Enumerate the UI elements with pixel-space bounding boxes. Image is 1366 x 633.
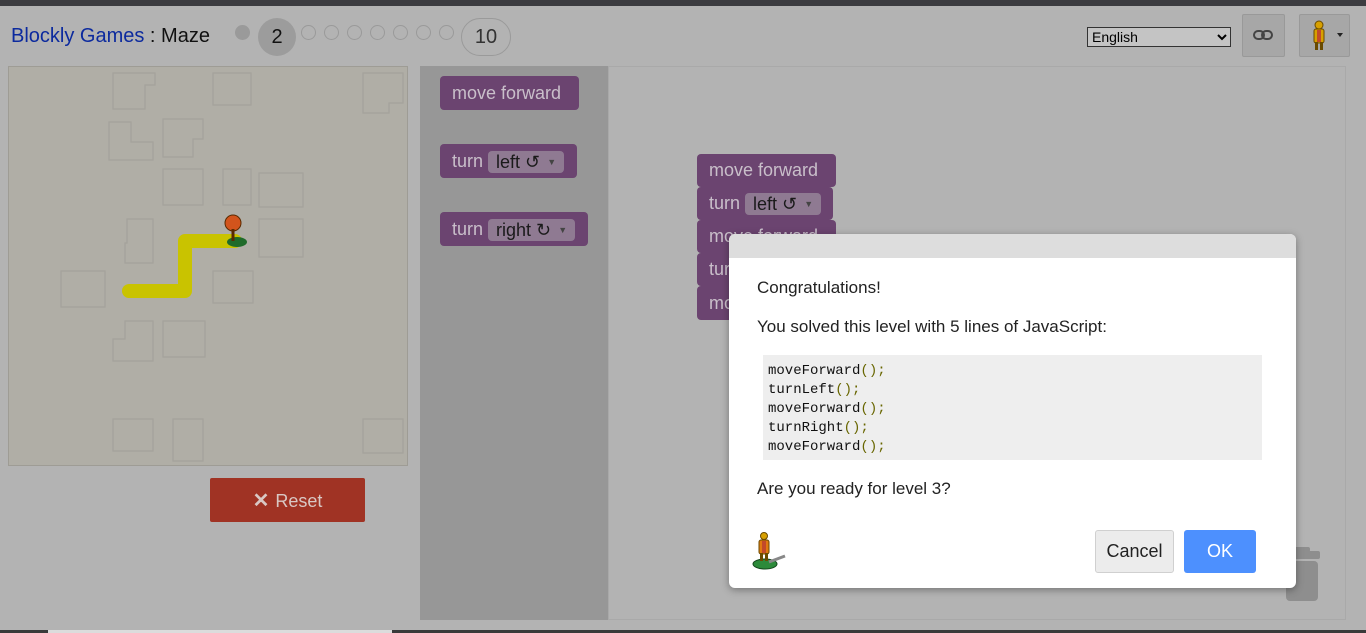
link-button[interactable] [1242, 14, 1285, 57]
level-9-dot[interactable] [439, 25, 454, 40]
dropdown-value: left ↺ [496, 152, 541, 173]
level-5-dot[interactable] [347, 25, 362, 40]
reset-button[interactable]: ✕ Reset [210, 478, 365, 522]
block-label: turn [452, 219, 484, 239]
maze-canvas [8, 66, 408, 466]
page-header: Blockly Games : Maze 2 10 English [0, 6, 1366, 66]
code-line: turnRight(); [768, 420, 869, 436]
toolbox-move-forward-block[interactable]: move forward [440, 76, 579, 110]
level-4-dot[interactable] [324, 25, 339, 40]
level-6-dot[interactable] [370, 25, 385, 40]
maze-map [60, 72, 404, 462]
code-block: moveForward(); turnLeft(); moveForward()… [763, 355, 1262, 460]
dialog-congrats-text: Congratulations! [757, 278, 881, 297]
toolbox-turn-left-block[interactable]: turn left ↺ ▼ [440, 144, 577, 178]
dialog-ready-text: Are you ready for level 3? [757, 479, 951, 498]
blockly-games-link[interactable]: Blockly Games [11, 25, 144, 47]
page-title: Blockly Games : Maze [11, 25, 210, 48]
level-1-dot[interactable] [235, 25, 250, 40]
level-current[interactable]: 2 [258, 18, 296, 56]
caret-down-icon [1337, 33, 1343, 37]
game-name: Maze [161, 25, 210, 47]
code-line: turnLeft(); [768, 382, 861, 398]
workspace-block-move-forward[interactable]: move forward [697, 154, 836, 187]
congratulations-dialog: Congratulations! You solved this level w… [729, 234, 1296, 588]
pegman-icon [1313, 20, 1343, 50]
maze-path [122, 234, 242, 298]
ok-button[interactable]: OK [1184, 530, 1256, 573]
direction-dropdown[interactable]: left ↺ ▼ [488, 151, 565, 174]
cancel-button[interactable]: Cancel [1095, 530, 1174, 573]
dropdown-value: left ↺ [753, 194, 798, 215]
toolbox-turn-right-block[interactable]: turn right ↻ ▼ [440, 212, 588, 246]
language-select[interactable]: English [1087, 27, 1231, 47]
pegman-icon [752, 532, 786, 570]
block-label: turn [709, 193, 741, 213]
direction-dropdown[interactable]: left ↺ ▼ [745, 193, 822, 216]
level-3-dot[interactable] [301, 25, 316, 40]
level-7-dot[interactable] [393, 25, 408, 40]
dropdown-arrow-icon: ▼ [804, 199, 814, 210]
workspace-block-turn-left[interactable]: turn left ↺ ▼ [697, 187, 833, 220]
pegman-button[interactable] [1299, 14, 1350, 57]
close-x-icon: ✕ [252, 489, 270, 512]
reset-label: Reset [275, 490, 323, 511]
code-line: moveForward(); [768, 363, 886, 379]
dialog-header [729, 234, 1296, 258]
code-line: moveForward(); [768, 401, 886, 417]
toolbox-flyout: move forward turn left ↺ ▼ turn right ↻ ▼ [420, 66, 608, 620]
direction-dropdown[interactable]: right ↻ ▼ [488, 219, 576, 242]
block-label: move forward [452, 83, 562, 103]
dropdown-value: right ↻ [496, 220, 552, 241]
dropdown-arrow-icon: ▼ [558, 225, 568, 236]
finish-marker [224, 214, 247, 247]
maze-walls [60, 72, 404, 462]
dropdown-arrow-icon: ▼ [547, 157, 557, 168]
block-label: turn [452, 151, 484, 171]
title-separator: : [144, 25, 162, 47]
level-8-dot[interactable] [416, 25, 431, 40]
link-icon [1253, 30, 1273, 40]
code-line: moveForward(); [768, 439, 886, 455]
block-label: move forward [709, 160, 819, 180]
level-last[interactable]: 10 [461, 18, 511, 56]
dialog-solved-text: You solved this level with 5 lines of Ja… [757, 317, 1107, 336]
